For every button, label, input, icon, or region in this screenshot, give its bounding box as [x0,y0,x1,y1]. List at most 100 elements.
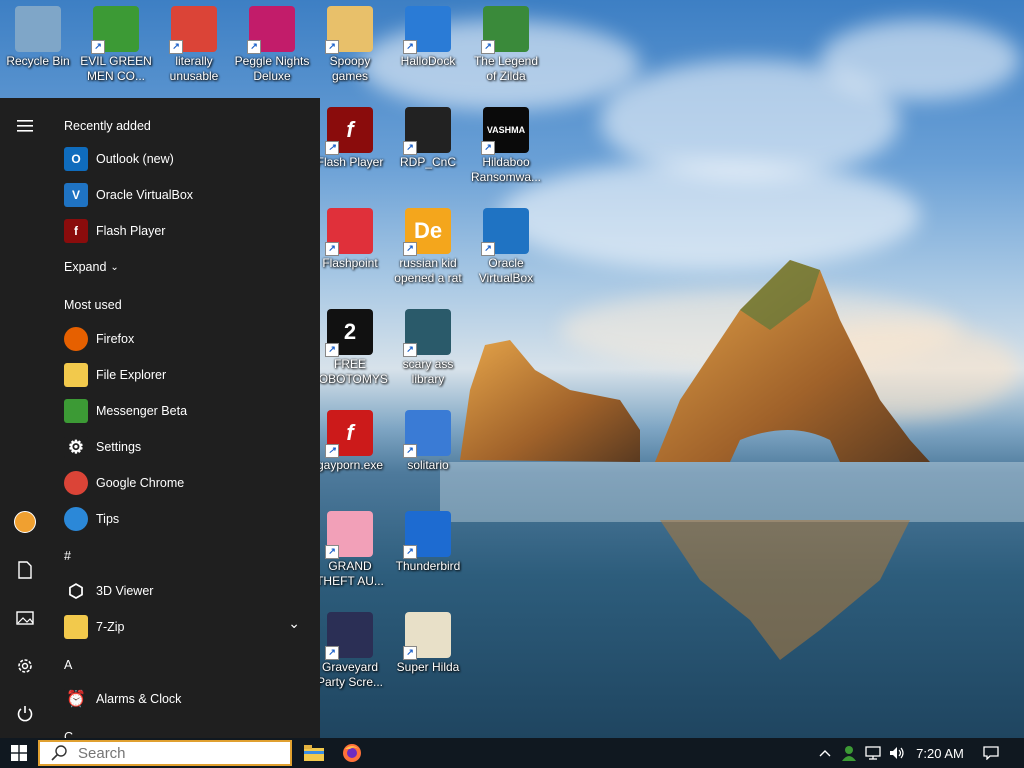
shortcut-arrow-icon: ↗ [481,242,495,256]
desktop-icon-label: Peggle Nights Deluxe [234,54,310,83]
flash-player-icon: f [64,219,88,243]
tips-lightbulb-icon [64,507,88,531]
recycle-bin-icon [15,6,61,52]
taskbar-search-box[interactable] [38,740,292,766]
start-button[interactable] [0,738,38,768]
start-menu-app-item[interactable]: ⚙ Settings [50,429,320,465]
desktop-icon[interactable]: ↗ GRAND THEFT AU... [312,507,388,589]
start-menu-app-item[interactable]: Messenger Beta [50,393,320,429]
start-menu-app-label: Firefox [96,332,135,346]
desktop-icon-label: HalloDock [400,54,456,68]
file-explorer-icon [304,745,324,761]
desktop-icon[interactable]: ↗ EVIL GREEN MEN CO... [78,2,154,84]
messenger-green-men-icon: ↗ [91,6,139,54]
chrome-icon: ↗ [169,6,217,54]
desktop-icon[interactable]: ↗ RDP_CnC [390,103,466,170]
super-hilda-icon: ↗ [403,612,451,660]
clock-time[interactable]: 7:20 AM [910,738,970,768]
desktop-icon[interactable]: ↗ Flashpoint [312,204,388,271]
power-icon[interactable] [0,694,50,734]
desktop-icon-label: gayporn.exe [316,458,384,472]
flash-red-icon: f ↗ [325,410,373,458]
outlook-icon: O [64,147,88,171]
desktop-icon[interactable]: Recycle Bin [0,2,76,69]
de-icon: De ↗ [403,208,451,256]
desktop-icon[interactable]: ↗ scary ass library [390,305,466,387]
shortcut-arrow-icon: ↗ [169,40,183,54]
desktop-icon[interactable]: ↗ Thunderbird [390,507,466,574]
start-menu-app-item[interactable]: File Explorer [50,357,320,393]
shortcut-arrow-icon: ↗ [91,40,105,54]
chevron-up-icon[interactable] [816,738,834,768]
c-group-header[interactable]: C [64,730,73,738]
action-center-icon[interactable] [978,738,1004,768]
start-menu-app-item[interactable]: f Flash Player [50,213,320,249]
desktop-icon[interactable]: ↗ Spoopy games [312,2,388,84]
desktop-icon[interactable]: VASHMA ↗ Hildaboo Ransomwa... [468,103,544,185]
desktop-icon-label: GRAND THEFT AU... [316,559,384,588]
taskbar-firefox-button[interactable] [334,738,370,768]
start-menu-app-item[interactable]: Firefox [50,321,320,357]
start-menu-app-item[interactable]: ⏰ Alarms & Clock [50,681,320,717]
desktop-icon-label: Thunderbird [395,559,461,573]
firefox-icon [64,327,88,351]
desktop-icon[interactable]: ↗ Super Hilda [390,608,466,675]
desktop-icon[interactable]: ↗ Peggle Nights Deluxe [234,2,310,84]
virtualbox-icon: V [64,183,88,207]
network-icon[interactable] [862,738,884,768]
shield-icon: ↗ [403,6,451,54]
shortcut-arrow-icon: ↗ [325,343,339,357]
start-menu-app-label: Settings [96,440,142,454]
expand-button[interactable]: Expand ⌄ [64,260,119,274]
start-menu-rail [0,98,50,738]
user-avatar-icon[interactable] [0,502,50,542]
start-menu-app-item[interactable]: V Oracle VirtualBox [50,177,320,213]
start-menu-app-label: Oracle VirtualBox [96,188,194,202]
desktop-icon-label: FREE LOBOTOMYS [312,357,388,386]
desktop-icon[interactable]: ↗ literally unusable [156,2,232,84]
desktop-icon-label: solitario [407,458,449,472]
start-menu-app-item[interactable]: O Outlook (new) [50,141,320,177]
desktop-icon-label: literally unusable [169,54,219,83]
file-explorer-icon [64,363,88,387]
start-menu-app-label: 7-Zip [96,620,125,634]
desktop-icon[interactable]: 2 ↗ FREE LOBOTOMYS [312,305,388,387]
messenger-tray-icon[interactable] [838,738,860,768]
taskbar-file-explorer-button[interactable] [296,738,332,768]
desktop-icon[interactable]: ↗ The Legend of Zilda [468,2,544,84]
start-menu-app-item[interactable]: ⬡ 3D Viewer [50,573,320,609]
desktop-icon[interactable]: ↗ HalloDock [390,2,466,69]
hash-group-header[interactable]: # [64,549,71,563]
desktop-icon[interactable]: ↗ Oracle VirtualBox [468,204,544,286]
chevron-down-icon[interactable]: ⌄ [288,615,300,632]
desktop-icon[interactable]: ↗ Graveyard Party Scre... [312,608,388,690]
shortcut-arrow-icon: ↗ [403,444,417,458]
start-menu-app-label: Messenger Beta [96,404,188,418]
search-input[interactable] [76,743,280,763]
hamburger-menu-icon[interactable] [0,106,50,146]
start-menu-app-item[interactable]: Google Chrome [50,465,320,501]
desktop-icon-label: Flashpoint [322,256,378,270]
pictures-icon[interactable] [0,598,50,638]
shortcut-arrow-icon: ↗ [481,40,495,54]
desktop-icon[interactable]: ↗ solitario [390,406,466,473]
shortcut-arrow-icon: ↗ [403,242,417,256]
documents-icon[interactable] [0,550,50,590]
a-group-header[interactable]: A [64,658,72,672]
graveyard-icon: ↗ [325,612,373,660]
start-menu-app-item[interactable]: 7-Zip ⌄ [50,609,320,645]
thunderbird-icon: ↗ [403,511,451,559]
start-menu-app-item[interactable]: Tips [50,501,320,537]
desktop-icon-label: Graveyard Party Scre... [316,660,384,689]
vashma-icon: VASHMA ↗ [481,107,529,155]
rdp-icon: ↗ [403,107,451,155]
volume-icon[interactable] [886,738,908,768]
search-icon [48,742,70,764]
folder-games-icon: ↗ [325,6,373,54]
desktop-icon[interactable]: f ↗ Flash Player [312,103,388,170]
desktop-icon[interactable]: f ↗ gayporn.exe [312,406,388,473]
shortcut-arrow-icon: ↗ [325,545,339,559]
desktop-icon[interactable]: De ↗ russian kid opened a rat [390,204,466,286]
settings-gear-icon[interactable] [0,646,50,686]
desktop-icon-label: Spoopy games [329,54,371,83]
